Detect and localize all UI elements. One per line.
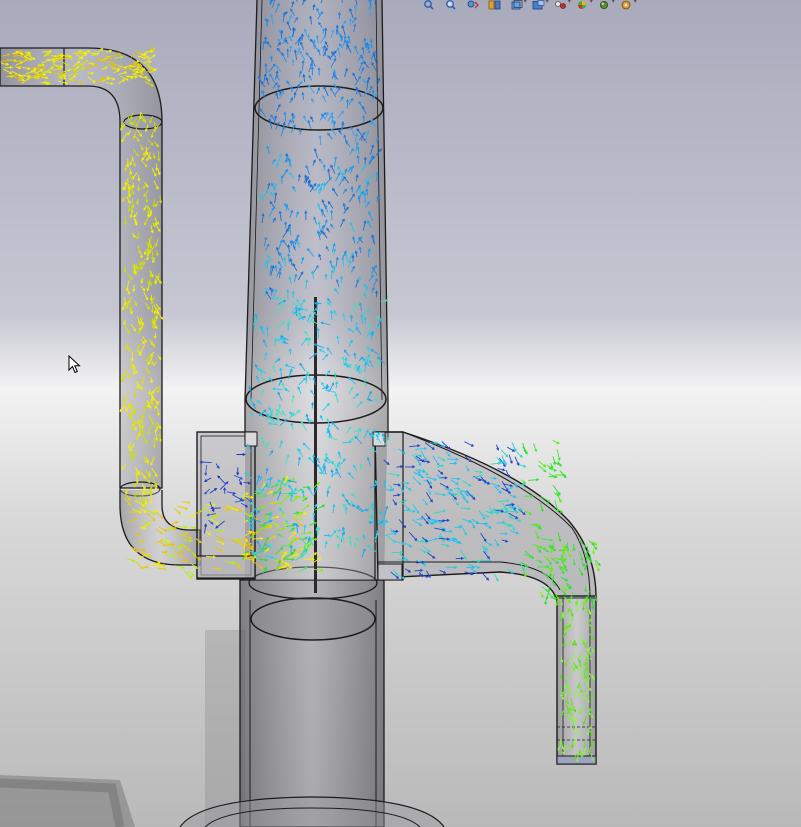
- section-view-button[interactable]: [484, 0, 504, 10]
- chevron-down-icon[interactable]: ▾: [523, 0, 527, 5]
- chevron-down-icon[interactable]: ▾: [567, 0, 571, 5]
- zoom-to-fit-button[interactable]: [418, 0, 438, 10]
- zoom-to-area-icon: [445, 0, 456, 10]
- chevron-down-icon[interactable]: ▾: [633, 0, 637, 5]
- section-view-icon: [488, 0, 500, 10]
- view-orientation-button[interactable]: ▾: [506, 0, 527, 10]
- display-style-button[interactable]: ▾: [528, 0, 549, 10]
- inlet-box[interactable]: [196, 431, 258, 580]
- edit-appearance-button[interactable]: ▾: [572, 0, 593, 10]
- chevron-down-icon[interactable]: ▾: [611, 0, 615, 5]
- chevron-down-icon[interactable]: ▾: [589, 0, 593, 5]
- view-settings-icon: [621, 0, 630, 10]
- previous-view-icon: [467, 0, 479, 9]
- hide-show-items-button[interactable]: ▾: [550, 0, 571, 10]
- zoom-to-fit-icon: [423, 0, 434, 10]
- graphics-area[interactable]: ▾ ▾ ▾ ▾ ▾ ▾: [0, 0, 801, 827]
- view-settings-button[interactable]: ▾: [616, 0, 637, 10]
- apply-scene-icon: [599, 1, 608, 9]
- hide-show-items-icon: [554, 1, 566, 9]
- view-orientation-icon: [511, 0, 522, 10]
- apply-scene-button[interactable]: ▾: [594, 0, 615, 10]
- edit-appearance-icon: [577, 1, 586, 9]
- chevron-down-icon[interactable]: ▾: [545, 0, 549, 5]
- previous-view-button[interactable]: [462, 0, 482, 10]
- model-view[interactable]: [0, 0, 801, 827]
- heads-up-view-toolbar: ▾ ▾ ▾ ▾ ▾ ▾: [418, 0, 637, 12]
- display-style-icon: [532, 0, 544, 10]
- zoom-to-area-button[interactable]: [440, 0, 460, 10]
